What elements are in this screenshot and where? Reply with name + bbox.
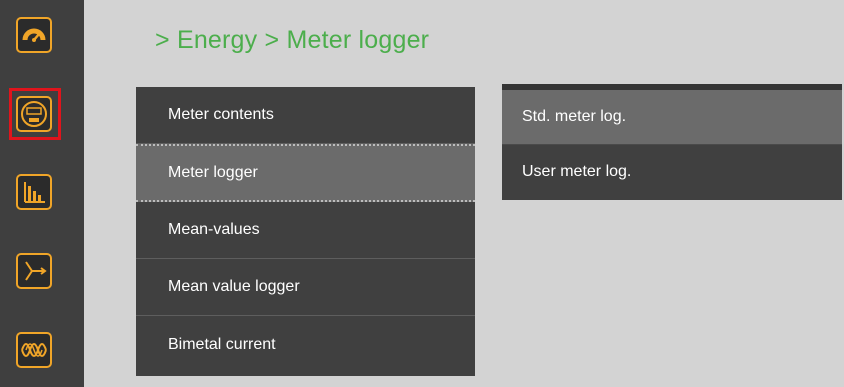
submenu-item-std-meter-log[interactable]: Std. meter log.	[502, 90, 842, 145]
energy-meter-icon	[21, 101, 47, 127]
energy-button[interactable]	[16, 96, 52, 132]
menu-item-meter-logger[interactable]: Meter logger	[136, 144, 475, 202]
breadcrumb: > Energy > Meter logger	[155, 26, 430, 54]
waveform-button[interactable]	[16, 332, 52, 368]
sidebar	[0, 0, 84, 387]
bar-chart-icon	[24, 182, 45, 203]
menu-item-mean-value-logger[interactable]: Mean value logger	[136, 259, 475, 316]
meter-logger-submenu: Std. meter log. User meter log.	[502, 84, 842, 200]
vector-button[interactable]	[16, 253, 52, 289]
three-phase-vector-icon	[25, 261, 47, 281]
gauge-button[interactable]	[16, 17, 52, 53]
menu-item-bimetal-current[interactable]: Bimetal current	[136, 316, 475, 376]
menu-item-mean-values[interactable]: Mean-values	[136, 202, 475, 259]
submenu-item-user-meter-log[interactable]: User meter log.	[502, 145, 842, 200]
waveform-icon	[21, 343, 47, 357]
energy-menu: Meter contents Meter logger Mean-values …	[136, 87, 475, 376]
bar-chart-button[interactable]	[16, 174, 52, 210]
menu-item-meter-contents[interactable]: Meter contents	[136, 87, 475, 144]
gauge-icon	[22, 28, 46, 42]
